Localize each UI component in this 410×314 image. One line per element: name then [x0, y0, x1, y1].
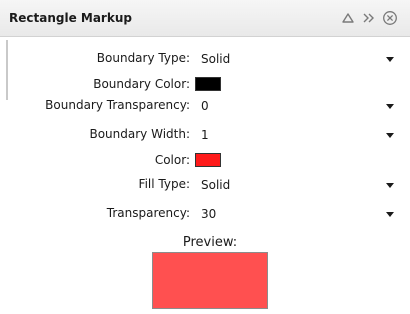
transparency-select[interactable]: 30: [194, 203, 402, 225]
chevron-down-icon: [386, 133, 394, 138]
circle-x-icon[interactable]: [382, 10, 398, 26]
double-chevron-icon[interactable]: [361, 10, 377, 26]
boundary-width-value: 1: [201, 128, 209, 142]
chevron-down-icon: [386, 212, 394, 217]
color-row: Color:: [0, 150, 410, 172]
fill-type-value: Solid: [201, 178, 231, 192]
chevron-down-icon: [386, 183, 394, 188]
rectangle-markup-panel: Rectangle Markup Boundary Type: Solid Bo…: [0, 0, 410, 314]
boundary-transparency-value: 0: [201, 99, 209, 113]
fill-type-label: Fill Type:: [138, 177, 190, 191]
transparency-row: Transparency: 30: [0, 203, 410, 225]
panel-titlebar: Rectangle Markup: [0, 0, 410, 37]
panel-title: Rectangle Markup: [9, 11, 132, 25]
triangle-up-icon[interactable]: [340, 10, 356, 26]
boundary-color-label: Boundary Color:: [93, 77, 190, 91]
boundary-width-row: Boundary Width: 1: [0, 124, 410, 146]
boundary-type-row: Boundary Type: Solid: [0, 48, 410, 70]
boundary-width-select[interactable]: 1: [194, 124, 402, 146]
boundary-type-value: Solid: [201, 52, 231, 66]
chevron-down-icon: [386, 57, 394, 62]
color-label: Color:: [154, 153, 190, 167]
boundary-color-row: Boundary Color:: [0, 74, 410, 96]
fill-type-row: Fill Type: Solid: [0, 174, 410, 196]
boundary-transparency-select[interactable]: 0: [194, 95, 402, 117]
boundary-transparency-label: Boundary Transparency:: [45, 98, 190, 112]
fill-type-select[interactable]: Solid: [194, 174, 402, 196]
boundary-width-label: Boundary Width:: [89, 127, 190, 141]
boundary-type-select[interactable]: Solid: [194, 48, 402, 70]
preview-label: Preview:: [182, 235, 238, 250]
boundary-transparency-row: Boundary Transparency: 0: [0, 95, 410, 117]
preview-box: [152, 252, 268, 309]
boundary-color-swatch[interactable]: [195, 77, 221, 91]
transparency-label: Transparency:: [106, 206, 190, 220]
chevron-down-icon: [386, 104, 394, 109]
transparency-value: 30: [201, 207, 217, 221]
color-swatch[interactable]: [195, 153, 221, 167]
boundary-type-label: Boundary Type:: [96, 51, 190, 65]
